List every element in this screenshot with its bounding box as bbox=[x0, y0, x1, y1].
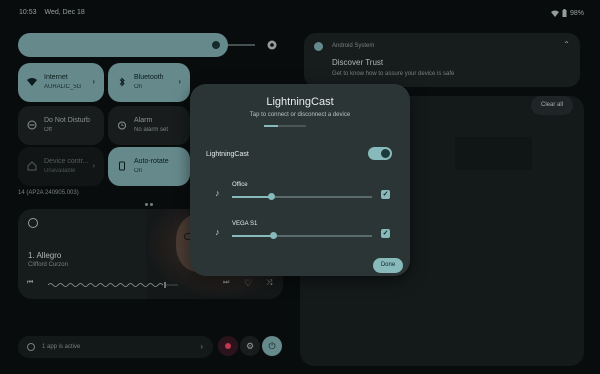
notification-title: Discover Trust bbox=[332, 58, 384, 67]
device-name: VEGA S1 bbox=[232, 221, 258, 227]
date: Wed, Dec 18 bbox=[44, 9, 85, 16]
cast-icon[interactable] bbox=[28, 218, 38, 228]
media-page-indicator bbox=[140, 292, 164, 299]
active-apps-label: 1 app is active bbox=[42, 344, 81, 350]
volume-fill bbox=[232, 196, 271, 198]
tile-alarm[interactable]: Alarm No alarm set bbox=[108, 106, 190, 145]
status-bar: 10:53 Wed, Dec 18 98% bbox=[0, 0, 600, 22]
volume-slider[interactable] bbox=[232, 232, 372, 239]
dialog-subtitle: Tap to connect or disconnect a device bbox=[249, 112, 351, 118]
tile-label: Internet bbox=[44, 74, 68, 81]
dialog-title: LightningCast bbox=[266, 96, 334, 108]
tile-sub: Unavailable bbox=[44, 168, 76, 174]
gear-icon[interactable] bbox=[266, 39, 278, 51]
clock: 10:53 bbox=[19, 9, 37, 16]
auto-rotate-icon bbox=[119, 161, 125, 171]
previous-icon[interactable]: ⏮ bbox=[27, 279, 33, 287]
bluetooth-icon bbox=[119, 77, 125, 87]
volume-fill bbox=[232, 235, 273, 237]
dialog-page-indicator bbox=[264, 125, 306, 127]
volume-knob[interactable] bbox=[268, 193, 275, 200]
chevron-right-icon: › bbox=[92, 161, 95, 170]
info-icon bbox=[27, 343, 35, 351]
progress-wave[interactable] bbox=[48, 282, 178, 288]
chevron-right-icon: › bbox=[178, 77, 181, 86]
device-checkbox[interactable]: ✓ bbox=[381, 190, 390, 199]
tile-internet[interactable]: Internet AURALIC_5G › bbox=[18, 63, 104, 102]
tile-label: Bluetooth bbox=[134, 74, 164, 81]
cast-toggle-label: LightningCast bbox=[206, 151, 249, 158]
volume-knob[interactable] bbox=[270, 232, 277, 239]
tile-sub: On bbox=[134, 84, 143, 90]
chevron-right-icon: › bbox=[200, 342, 203, 351]
settings-button[interactable]: ⚙ bbox=[240, 336, 260, 356]
notification-app: Android System bbox=[332, 43, 375, 49]
wifi-icon bbox=[550, 10, 559, 17]
chevron-right-icon: › bbox=[92, 77, 95, 86]
clear-all-button[interactable]: Clear all bbox=[531, 96, 573, 115]
shuffle-icon[interactable]: ⤨ bbox=[266, 278, 272, 288]
brightness-slider[interactable] bbox=[18, 33, 228, 57]
tile-auto-rotate[interactable]: Auto-rotate On bbox=[108, 147, 190, 186]
next-icon[interactable]: ⏭ bbox=[223, 279, 229, 287]
done-button[interactable]: Done bbox=[373, 258, 403, 273]
alarm-icon bbox=[118, 121, 126, 130]
home-icon bbox=[27, 161, 37, 171]
tile-label: Auto-rotate bbox=[134, 158, 169, 165]
heart-icon[interactable]: ♡ bbox=[244, 278, 252, 289]
build-number: 14 (AP2A 240905.003) bbox=[18, 190, 79, 196]
cast-toggle[interactable] bbox=[368, 147, 392, 160]
music-note-icon: ♪ bbox=[215, 227, 220, 237]
do-not-disturb-icon bbox=[27, 120, 37, 130]
tile-sub: No alarm set bbox=[134, 127, 169, 133]
tile-sub: On bbox=[134, 168, 143, 174]
device-name: Office bbox=[232, 182, 248, 188]
tile-sub: AURALIC_5G bbox=[44, 84, 82, 90]
tile-sub: Off bbox=[44, 127, 52, 133]
volume-slider[interactable] bbox=[232, 193, 372, 200]
device-row: ♪ VEGA S1 ✓ bbox=[190, 217, 410, 253]
notification-card[interactable]: Android System ⌃ Discover Trust Get to k… bbox=[304, 33, 580, 87]
android-system-icon bbox=[314, 42, 323, 51]
battery-icon bbox=[562, 9, 567, 17]
tile-bluetooth[interactable]: Bluetooth On › bbox=[108, 63, 190, 102]
tile-label: Alarm bbox=[134, 117, 153, 124]
wifi-icon bbox=[27, 78, 37, 86]
active-apps-bar[interactable]: 1 app is active › bbox=[18, 336, 213, 358]
brightness-track bbox=[228, 44, 255, 46]
power-button[interactable]: ⏻ bbox=[262, 336, 282, 356]
brightness-thumb[interactable] bbox=[212, 41, 220, 49]
media-artist: Clifford Curzon bbox=[28, 262, 68, 268]
notification-placeholder bbox=[455, 137, 532, 170]
notification-body: Get to know how to assure your device is… bbox=[332, 71, 455, 77]
music-note-icon: ♪ bbox=[215, 188, 220, 198]
tile-label: Device contr... bbox=[44, 158, 89, 165]
cast-dialog: LightningCast Tap to connect or disconne… bbox=[190, 84, 410, 276]
device-checkbox[interactable]: ✓ bbox=[381, 229, 390, 238]
screen-record-button[interactable] bbox=[218, 336, 238, 356]
media-title: 1. Allegro bbox=[28, 251, 62, 260]
chevron-up-icon[interactable]: ⌃ bbox=[563, 40, 570, 49]
device-row: ♪ Office ✓ bbox=[190, 178, 410, 214]
tile-label: Do Not Disturb bbox=[44, 117, 90, 124]
battery-level: 98% bbox=[569, 9, 584, 17]
tile-device-controls[interactable]: Device contr... Unavailable › bbox=[18, 147, 104, 186]
tile-do-not-disturb[interactable]: Do Not Disturb Off bbox=[18, 106, 104, 145]
